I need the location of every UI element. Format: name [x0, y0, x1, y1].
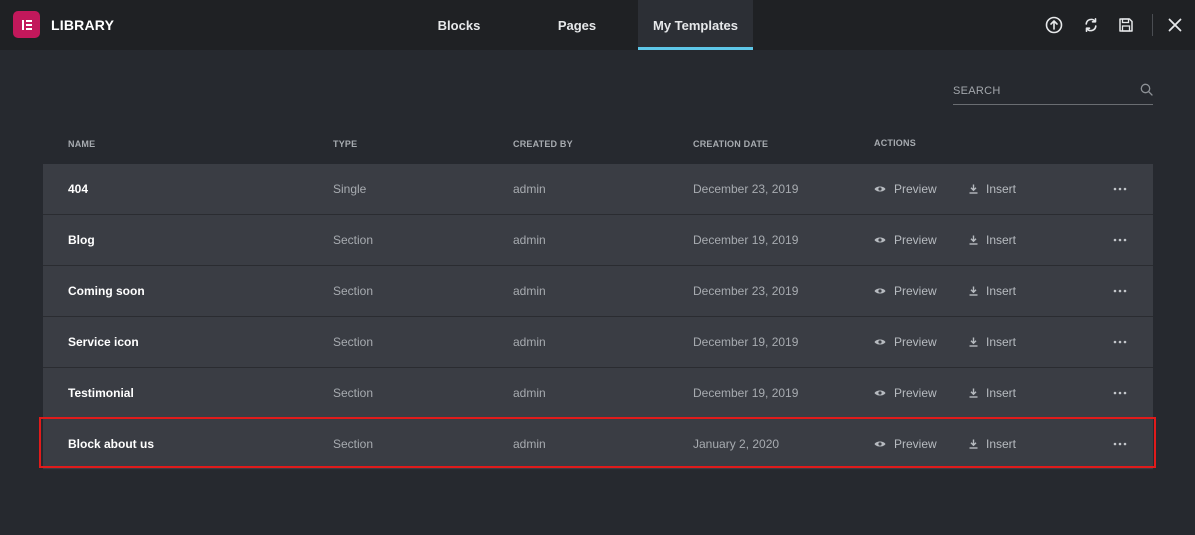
download-icon — [969, 337, 978, 347]
close-icon[interactable] — [1165, 15, 1185, 35]
template-author: admin — [513, 284, 546, 298]
preview-label: Preview — [894, 233, 937, 247]
eye-icon — [874, 338, 886, 346]
insert-label: Insert — [986, 182, 1017, 196]
preview-button[interactable]: Preview — [874, 164, 937, 214]
tab-my-templates[interactable]: My Templates — [638, 0, 753, 50]
template-type: Section — [333, 437, 374, 451]
insert-button[interactable]: Insert — [969, 266, 1016, 316]
preview-label: Preview — [894, 284, 937, 298]
more-options-icon[interactable] — [1112, 283, 1128, 299]
sync-icon[interactable] — [1081, 15, 1101, 35]
more-options-icon[interactable] — [1112, 436, 1128, 452]
table-row: Blog Section admin December 19, 2019 Pre… — [43, 215, 1153, 266]
more-options-icon[interactable] — [1112, 181, 1128, 197]
insert-button[interactable]: Insert — [969, 368, 1016, 418]
download-icon — [969, 439, 978, 449]
table-row: Service icon Section admin December 19, … — [43, 317, 1153, 368]
template-name: Testimonial — [68, 386, 134, 400]
template-author: admin — [513, 335, 546, 349]
insert-label: Insert — [986, 386, 1017, 400]
insert-label: Insert — [986, 233, 1017, 247]
tab-pages[interactable]: Pages — [538, 0, 616, 50]
template-type: Section — [333, 335, 374, 349]
preview-label: Preview — [894, 386, 937, 400]
insert-button[interactable]: Insert — [969, 419, 1016, 469]
download-icon — [969, 184, 978, 194]
template-type: Section — [333, 284, 374, 298]
column-header-actions: ACTIONS — [874, 138, 916, 148]
more-options-icon[interactable] — [1112, 232, 1128, 248]
template-date: December 19, 2019 — [693, 386, 799, 400]
search-icon[interactable] — [1140, 83, 1153, 101]
template-type: Section — [333, 386, 374, 400]
template-author: admin — [513, 437, 546, 451]
top-bar: LIBRARY Blocks Pages My Templates — [0, 0, 1195, 50]
template-name: Blog — [68, 233, 95, 247]
preview-button[interactable]: Preview — [874, 215, 937, 265]
eye-icon — [874, 287, 886, 295]
insert-label: Insert — [986, 335, 1017, 349]
eye-icon — [874, 440, 886, 448]
template-date: December 23, 2019 — [693, 182, 799, 196]
table-row: Block about us Section admin January 2, … — [43, 419, 1153, 470]
preview-label: Preview — [894, 335, 937, 349]
download-icon — [969, 235, 978, 245]
eye-icon — [874, 185, 886, 193]
template-author: admin — [513, 233, 546, 247]
column-header-name[interactable]: NAME — [68, 139, 95, 149]
template-author: admin — [513, 182, 546, 196]
search-input[interactable] — [953, 82, 1133, 100]
column-header-created-by[interactable]: CREATED BY — [513, 139, 573, 149]
preview-label: Preview — [894, 437, 937, 451]
template-date: December 19, 2019 — [693, 233, 799, 247]
preview-button[interactable]: Preview — [874, 419, 937, 469]
eye-icon — [874, 236, 886, 244]
toolbar-divider — [1152, 14, 1153, 36]
upload-icon[interactable] — [1044, 15, 1064, 35]
template-name: Service icon — [68, 335, 139, 349]
tab-blocks[interactable]: Blocks — [420, 0, 498, 50]
more-options-icon[interactable] — [1112, 334, 1128, 350]
app-title: LIBRARY — [51, 17, 115, 33]
eye-icon — [874, 389, 886, 397]
insert-button[interactable]: Insert — [969, 215, 1016, 265]
table-row: Testimonial Section admin December 19, 2… — [43, 368, 1153, 419]
search-box — [953, 80, 1153, 105]
download-icon — [969, 286, 978, 296]
template-name: 404 — [68, 182, 89, 196]
elementor-logo-icon — [13, 11, 40, 38]
preview-label: Preview — [894, 182, 937, 196]
download-icon — [969, 388, 978, 398]
template-date: January 2, 2020 — [693, 437, 780, 451]
preview-button[interactable]: Preview — [874, 368, 937, 418]
templates-list: 404 Single admin December 23, 2019 Previ… — [43, 164, 1153, 470]
preview-button[interactable]: Preview — [874, 317, 937, 367]
template-author: admin — [513, 386, 546, 400]
template-name: Coming soon — [68, 284, 145, 298]
template-date: December 23, 2019 — [693, 284, 799, 298]
template-date: December 19, 2019 — [693, 335, 799, 349]
column-header-type[interactable]: TYPE — [333, 139, 357, 149]
preview-button[interactable]: Preview — [874, 266, 937, 316]
insert-label: Insert — [986, 284, 1017, 298]
insert-button[interactable]: Insert — [969, 317, 1016, 367]
template-name: Block about us — [68, 437, 155, 451]
template-type: Single — [333, 182, 367, 196]
more-options-icon[interactable] — [1112, 385, 1128, 401]
template-type: Section — [333, 233, 374, 247]
table-row: 404 Single admin December 23, 2019 Previ… — [43, 164, 1153, 215]
column-header-creation-date[interactable]: CREATION DATE — [693, 139, 768, 149]
save-icon[interactable] — [1116, 15, 1136, 35]
table-row: Coming soon Section admin December 23, 2… — [43, 266, 1153, 317]
insert-label: Insert — [986, 437, 1017, 451]
insert-button[interactable]: Insert — [969, 164, 1016, 214]
